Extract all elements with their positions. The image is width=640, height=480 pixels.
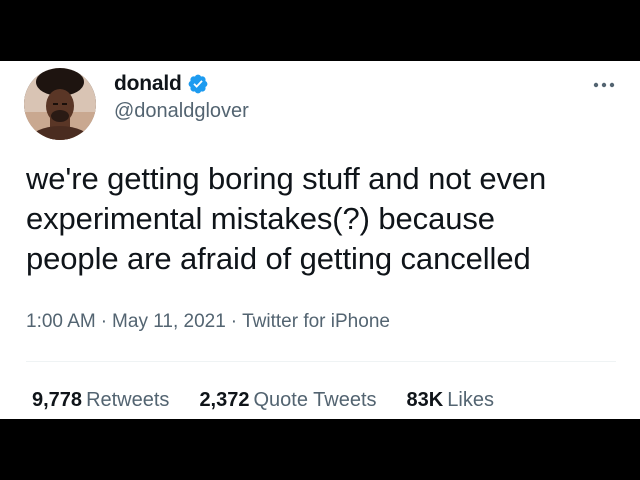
more-horizontal-icon[interactable]	[590, 75, 618, 95]
likes-count: 83K	[406, 389, 444, 411]
quote-tweets-stat[interactable]: 2,372 Quote Tweets	[199, 389, 376, 412]
avatar[interactable]	[24, 68, 96, 140]
retweets-stat[interactable]: 9,778 Retweets	[32, 389, 169, 412]
tweet-source[interactable]: Twitter for iPhone	[242, 311, 390, 332]
retweets-count: 9,778	[32, 389, 83, 411]
tweet-time[interactable]: 1:00 AM	[26, 311, 96, 332]
tweet-date[interactable]: May 11, 2021	[112, 311, 226, 332]
quote-tweets-count: 2,372	[199, 389, 250, 411]
meta-separator: ·	[230, 311, 238, 332]
likes-label: Likes	[447, 389, 494, 411]
profile-photo-icon	[24, 68, 96, 140]
tweet-metadata: 1:00 AM · May 11, 2021 · Twitter for iPhone	[26, 311, 390, 333]
quote-tweets-label: Quote Tweets	[253, 389, 377, 411]
engagement-stats: 9,778 Retweets 2,372 Quote Tweets 83K Likes	[32, 389, 524, 412]
verified-badge-icon	[188, 74, 208, 94]
likes-stat[interactable]: 83K Likes	[407, 389, 494, 412]
display-name[interactable]: donald	[114, 72, 182, 96]
author-names: donald @donaldglover	[114, 69, 249, 123]
video-frame: donald @donaldglover we're getting borin…	[0, 0, 640, 480]
tweet-text: we're getting boring stuff and not even …	[26, 161, 547, 276]
user-handle[interactable]: @donaldglover	[114, 100, 249, 123]
tweet-card: donald @donaldglover we're getting borin…	[0, 61, 640, 419]
meta-separator: ·	[100, 311, 108, 332]
retweets-label: Retweets	[86, 389, 170, 411]
divider	[26, 361, 616, 362]
